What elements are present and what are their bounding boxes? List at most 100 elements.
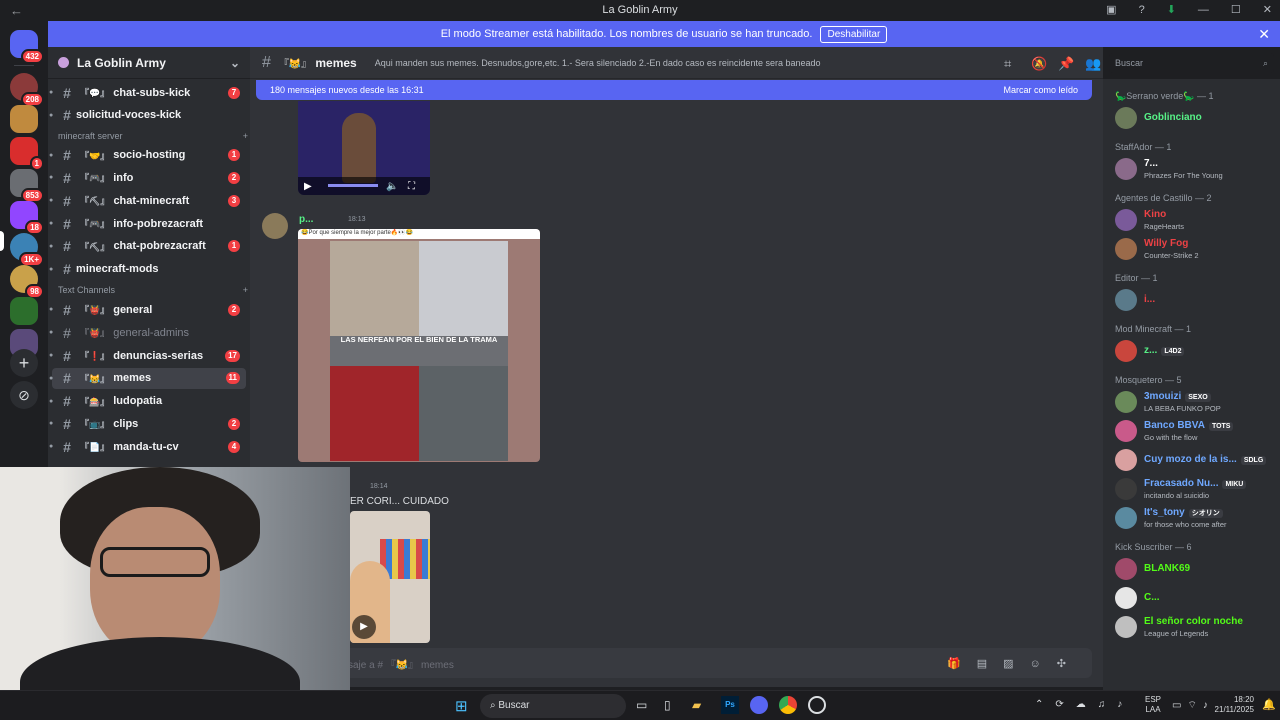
meme-image[interactable]: 😂Por que siempre la mejor parte🔥👀😂 LAS N…	[298, 229, 540, 462]
message-composer[interactable]: saje a # 『😹』 memes 🎁▤▨☺✣	[256, 648, 1092, 678]
channel-general[interactable]: ● # 『👹』 general 2	[49, 299, 246, 320]
members-icon[interactable]: 👥	[1085, 56, 1101, 72]
notification-icon[interactable]: 🔔	[1262, 698, 1276, 711]
photoshop-icon[interactable]: Ps	[721, 696, 739, 714]
server-icon[interactable]	[10, 297, 38, 325]
server-icon[interactable]: 208	[10, 73, 44, 107]
channel-label: socio-hosting	[113, 149, 186, 162]
member-item[interactable]: i...	[1115, 287, 1275, 313]
channel-chat-subs-kick[interactable]: ● # 『💬』 chat-subs-kick 7	[49, 82, 246, 103]
server-icon[interactable]	[10, 105, 38, 133]
add-channel-icon[interactable]: +	[243, 285, 248, 295]
channel-general-admins[interactable]: ● # 『👹』 general-admins	[49, 322, 246, 343]
mark-read-button[interactable]: Marcar como leído	[1003, 85, 1078, 95]
channel-minecraft-mods[interactable]: ● # minecraft-mods	[49, 259, 246, 280]
member-name-text: Cuy mozo de la is...	[1144, 454, 1237, 465]
video-progress[interactable]	[328, 184, 378, 187]
mute-icon[interactable]: 🔕	[1031, 56, 1047, 72]
download-icon[interactable]: ⬇	[1167, 0, 1176, 21]
clock[interactable]: 18:20 21/11/2025	[1208, 695, 1254, 715]
member-item[interactable]: C...	[1115, 585, 1275, 611]
maximize-button[interactable]: ☐	[1231, 0, 1241, 21]
channel-manda-tu-cv[interactable]: ● # 『📄』 manda-tu-cv 4	[49, 436, 246, 457]
inbox-icon[interactable]: ▣	[1106, 0, 1116, 21]
member-item[interactable]: Goblinciano	[1115, 105, 1275, 131]
threads-icon[interactable]: ⌗	[1004, 56, 1011, 72]
close-banner-icon[interactable]: ✕	[1258, 26, 1270, 43]
server-icon[interactable]: 98	[10, 265, 44, 299]
hash-icon: #	[63, 438, 71, 455]
server-icon[interactable]: 853	[10, 169, 44, 203]
task-view-icon[interactable]: ▭	[636, 698, 647, 712]
file-explorer-icon[interactable]: ▰	[692, 698, 701, 712]
member-item[interactable]: Willy Fog Counter-Strike 2	[1115, 236, 1275, 262]
video-attachment[interactable]: ▶ 🔈 ⛶	[298, 101, 430, 195]
add-channel-icon[interactable]: +	[243, 131, 248, 141]
channel-chat-minecraft[interactable]: ● # 『⛏』 chat-minecraft 3	[49, 190, 246, 211]
add-server-icon[interactable]: +	[10, 349, 38, 377]
member-item[interactable]: Cuy mozo de la is... SDLG	[1115, 447, 1275, 473]
home-icon[interactable]: 432	[10, 30, 44, 64]
help-icon[interactable]: ?	[1139, 0, 1145, 21]
play-icon[interactable]: ▶	[352, 615, 376, 639]
language-indicator[interactable]: ESP LAA	[1145, 695, 1161, 715]
fullscreen-icon[interactable]: ⛶	[408, 181, 415, 192]
message-text: ER CORI... CUIDADO	[350, 496, 449, 507]
channel-socio-hosting[interactable]: ● # 『🤝』 socio-hosting 1	[49, 145, 246, 166]
channel-chat-pobrezacraft[interactable]: ● # 『⛏』 chat-pobrezacraft 1	[49, 236, 246, 257]
channel-denuncias-serias[interactable]: ● # 『❗』 denuncias-serias 17	[49, 345, 246, 366]
video-attachment[interactable]: ▶	[350, 511, 430, 643]
channel-info-pobrezacraft[interactable]: ● # 『🎮』 info-pobrezacraft	[49, 213, 246, 234]
channel-category[interactable]: minecraft server +	[58, 131, 248, 141]
windows-start-icon[interactable]: ⊞	[455, 697, 468, 715]
member-name-text: It's_tony	[1144, 507, 1185, 518]
member-item[interactable]: BLANK69	[1115, 556, 1275, 582]
tray-icons[interactable]: ⌃⟳☁♫♪	[1035, 699, 1134, 710]
channel-memes[interactable]: ● # 『😹』 memes 11	[49, 367, 246, 389]
search-input[interactable]: Buscar ⌕	[1109, 53, 1274, 73]
app-icon[interactable]: ▯	[664, 698, 671, 712]
gif-icon[interactable]: ▤	[977, 658, 1003, 670]
gift-icon[interactable]: 🎁	[947, 658, 977, 670]
channel-clips[interactable]: ● # 『📺』 clips 2	[49, 413, 246, 434]
member-item[interactable]: Fracasado Nu... MIKU incitando al suicidio	[1115, 476, 1275, 502]
channel-solicitud-voces-kick[interactable]: ● # solicitud-voces-kick	[49, 105, 246, 126]
discord-icon[interactable]	[750, 696, 768, 714]
new-messages-bar[interactable]: 180 mensajes nuevos desde las 16:31 Marc…	[256, 80, 1092, 100]
member-item[interactable]: Banco BBVA TOTS Go with the flow	[1115, 418, 1275, 444]
member-item[interactable]: El señor color noche League of Legends	[1115, 614, 1275, 640]
chrome-icon[interactable]	[779, 696, 797, 714]
server-header[interactable]: La Goblin Army ⌄	[48, 47, 250, 79]
server-icon[interactable]: 1K+	[10, 233, 44, 267]
guild-tag: シオリン	[1188, 509, 1223, 518]
member-item[interactable]: 7... Phrazes For The Young	[1115, 156, 1275, 182]
hash-icon: #	[63, 324, 71, 341]
discover-icon[interactable]: ⊘	[10, 381, 38, 409]
pin-icon[interactable]: 📌	[1058, 56, 1074, 72]
emoji-icon[interactable]: ☺	[1030, 658, 1057, 670]
channel-emoji: 『😹』	[278, 59, 312, 70]
taskbar-search[interactable]: ⌕ Buscar	[480, 694, 626, 718]
minimize-button[interactable]: —	[1198, 0, 1209, 21]
apps-icon[interactable]: ✣	[1057, 658, 1082, 670]
channel-ludopatia[interactable]: ● # 『🎰』 ludopatia	[49, 391, 246, 412]
server-icon[interactable]: 1	[10, 137, 44, 171]
member-category: Kick Suscriber — 6	[1115, 542, 1192, 552]
channel-category[interactable]: Text Channels +	[58, 285, 248, 295]
member-status: League of Legends	[1144, 629, 1209, 638]
disable-streamer-button[interactable]: Deshabilitar	[820, 25, 888, 43]
member-item[interactable]: Kino RageHearts	[1115, 207, 1275, 233]
channel-topic[interactable]: Aqui manden sus memes. Desnudos,gore,etc…	[375, 58, 821, 68]
member-item[interactable]: z... L4D2	[1115, 338, 1275, 364]
close-window-button[interactable]: ✕	[1263, 0, 1272, 21]
server-icon[interactable]: 18	[10, 201, 44, 235]
member-item[interactable]: It's_tony シオリン for those who come after	[1115, 505, 1275, 531]
avatar[interactable]	[262, 213, 288, 239]
sticker-icon[interactable]: ▨	[1003, 658, 1029, 670]
volume-icon[interactable]: 🔈	[386, 181, 398, 192]
play-icon[interactable]: ▶	[304, 181, 312, 192]
channel-info[interactable]: ● # 『🎮』 info 2	[49, 167, 246, 188]
member-item[interactable]: 3mouizi SEXO LA BEBA FUNKO POP	[1115, 389, 1275, 415]
app-icon[interactable]	[808, 696, 826, 714]
message-author[interactable]: p...	[299, 214, 313, 225]
